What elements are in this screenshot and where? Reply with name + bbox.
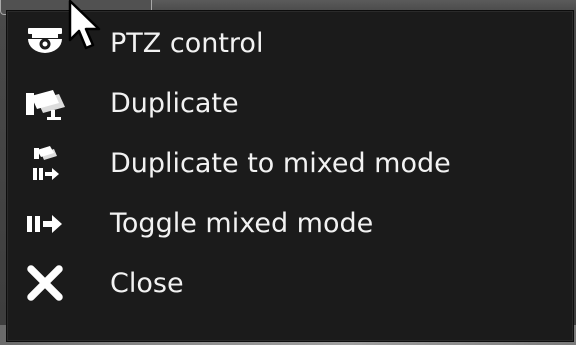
context-menu: PTZ control Duplicate Duplicate to mixed… — [6, 10, 574, 342]
menu-item-duplicate-to-mixed-mode[interactable]: Duplicate to mixed mode — [7, 134, 573, 194]
duplicate-mixed-mode-icon — [23, 143, 67, 185]
menu-item-duplicate[interactable]: Duplicate — [7, 74, 573, 134]
menu-item-label: PTZ control — [110, 28, 264, 59]
ptz-dome-camera-icon — [23, 23, 67, 65]
close-x-icon — [23, 263, 67, 305]
menu-item-label: Duplicate — [110, 88, 239, 119]
menu-item-label: Duplicate to mixed mode — [110, 148, 451, 179]
menu-item-close[interactable]: Close — [7, 254, 573, 314]
mouse-pointer-icon — [64, 0, 110, 54]
menu-item-label: Toggle mixed mode — [110, 208, 374, 239]
duplicate-camera-icon — [23, 83, 67, 125]
toggle-mixed-mode-icon — [23, 203, 67, 245]
menu-item-toggle-mixed-mode[interactable]: Toggle mixed mode — [7, 194, 573, 254]
menu-item-label: Close — [110, 268, 184, 299]
